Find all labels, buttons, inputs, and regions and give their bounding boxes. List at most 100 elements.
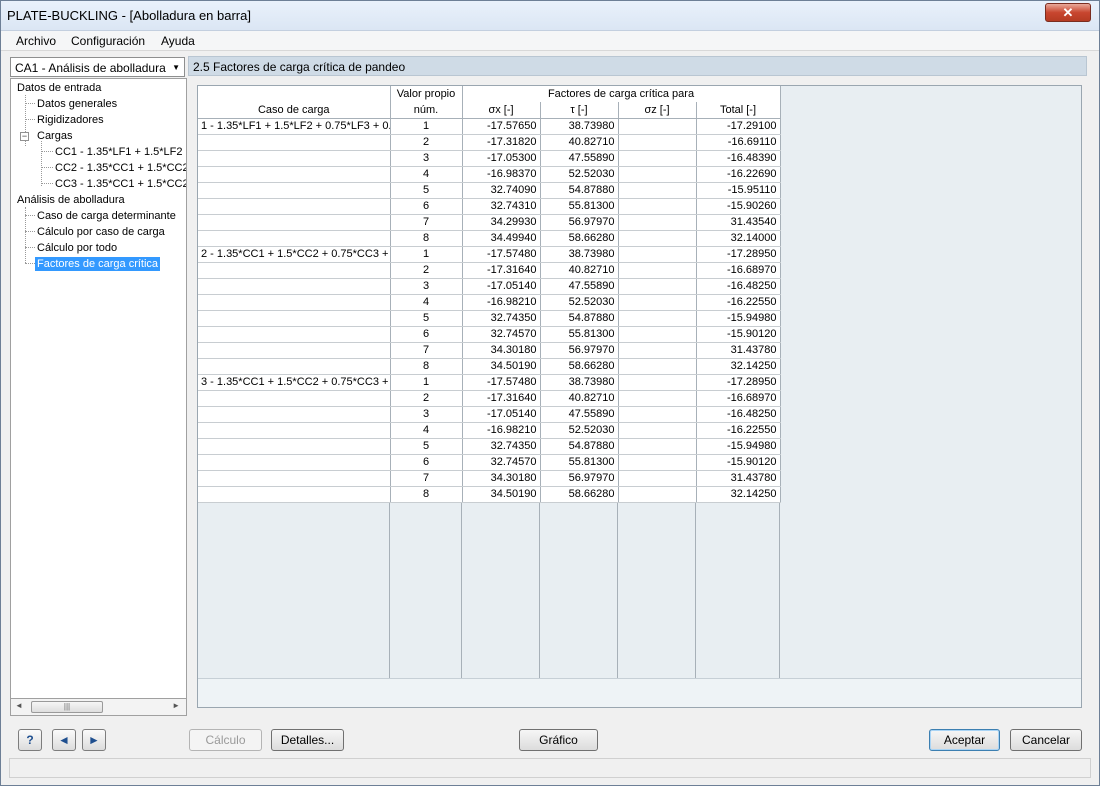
cell-load-case[interactable] xyxy=(198,294,391,311)
cell-total[interactable]: -15.90120 xyxy=(696,454,781,471)
cell-load-case[interactable] xyxy=(198,310,391,327)
cell-load-case[interactable] xyxy=(198,182,391,199)
collapse-icon[interactable]: − xyxy=(20,132,29,141)
table-row[interactable]: 6 32.74570 55.81300 -15.90120 xyxy=(198,454,781,471)
cell-tau[interactable]: 47.55890 xyxy=(540,278,619,295)
cell-eigen-num[interactable]: 7 xyxy=(390,214,463,231)
cell-sigma-z[interactable] xyxy=(618,438,697,455)
cell-eigen-num[interactable]: 2 xyxy=(390,262,463,279)
cell-total[interactable]: -15.94980 xyxy=(696,438,781,455)
cell-sigma-x[interactable]: -17.57650 xyxy=(462,118,541,135)
cell-sigma-z[interactable] xyxy=(618,486,697,503)
help-button[interactable]: ? xyxy=(18,729,42,751)
cell-total[interactable]: -15.95110 xyxy=(696,182,781,199)
cell-sigma-x[interactable]: -16.98370 xyxy=(462,166,541,183)
cell-sigma-x[interactable]: -17.05140 xyxy=(462,406,541,423)
cell-load-case[interactable]: 1 - 1.35*LF1 + 1.5*LF2 + 0.75*LF3 + 0. xyxy=(198,118,391,135)
table-row[interactable]: 7 34.30180 56.97970 31.43780 xyxy=(198,342,781,359)
cell-sigma-x[interactable]: 32.74350 xyxy=(462,438,541,455)
tree-stiffeners[interactable]: Rigidizadores xyxy=(37,113,104,127)
cell-total[interactable]: 32.14250 xyxy=(696,486,781,503)
cell-sigma-x[interactable]: 32.74350 xyxy=(462,310,541,327)
cell-sigma-z[interactable] xyxy=(618,166,697,183)
table-row[interactable]: 2 - 1.35*CC1 + 1.5*CC2 + 0.75*CC3 +1 -17.… xyxy=(198,246,781,263)
cell-sigma-x[interactable]: 32.74090 xyxy=(462,182,541,199)
cell-eigen-num[interactable]: 3 xyxy=(390,406,463,423)
cell-eigen-num[interactable]: 6 xyxy=(390,198,463,215)
cell-sigma-x[interactable]: 34.30180 xyxy=(462,342,541,359)
table-row[interactable]: 4 -16.98370 52.52030 -16.22690 xyxy=(198,166,781,183)
cell-eigen-num[interactable]: 4 xyxy=(390,294,463,311)
menu-configuracion[interactable]: Configuración xyxy=(71,34,145,48)
cell-load-case[interactable] xyxy=(198,438,391,455)
cell-total[interactable]: 32.14000 xyxy=(696,230,781,247)
tree-load-cc1[interactable]: CC1 - 1.35*LF1 + 1.5*LF2 + 0.75*LF3 + 0. xyxy=(55,145,186,159)
cell-total[interactable]: -16.22550 xyxy=(696,294,781,311)
tree-buckling-analysis[interactable]: Análisis de abolladura xyxy=(17,193,125,207)
cell-sigma-x[interactable]: 34.50190 xyxy=(462,358,541,375)
cell-eigen-num[interactable]: 8 xyxy=(390,358,463,375)
cell-load-case[interactable] xyxy=(198,454,391,471)
table-row[interactable]: 2 -17.31640 40.82710 -16.68970 xyxy=(198,262,781,279)
cell-sigma-z[interactable] xyxy=(618,406,697,423)
cell-eigen-num[interactable]: 7 xyxy=(390,342,463,359)
cell-load-case[interactable] xyxy=(198,358,391,375)
cell-tau[interactable]: 56.97970 xyxy=(540,342,619,359)
cell-total[interactable]: -16.68970 xyxy=(696,262,781,279)
cell-eigen-num[interactable]: 4 xyxy=(390,422,463,439)
cell-sigma-x[interactable]: -16.98210 xyxy=(462,294,541,311)
cell-total[interactable]: 32.14250 xyxy=(696,358,781,375)
cell-load-case[interactable] xyxy=(198,134,391,151)
calculate-button[interactable]: Cálculo xyxy=(189,729,262,751)
cell-total[interactable]: 31.43780 xyxy=(696,470,781,487)
cell-total[interactable]: -15.90120 xyxy=(696,326,781,343)
cell-sigma-z[interactable] xyxy=(618,310,697,327)
tree-load-cc3[interactable]: CC3 - 1.35*CC1 + 1.5*CC2 xyxy=(55,177,186,191)
cell-tau[interactable]: 52.52030 xyxy=(540,422,619,439)
cell-sigma-x[interactable]: 34.50190 xyxy=(462,486,541,503)
cell-tau[interactable]: 54.87880 xyxy=(540,310,619,327)
cell-total[interactable]: 31.43540 xyxy=(696,214,781,231)
cell-total[interactable]: 31.43780 xyxy=(696,342,781,359)
cell-total[interactable]: -17.28950 xyxy=(696,246,781,263)
cell-eigen-num[interactable]: 4 xyxy=(390,166,463,183)
cell-tau[interactable]: 58.66280 xyxy=(540,230,619,247)
cell-eigen-num[interactable]: 8 xyxy=(390,486,463,503)
cell-load-case[interactable] xyxy=(198,486,391,503)
cell-sigma-z[interactable] xyxy=(618,454,697,471)
cell-eigen-num[interactable]: 5 xyxy=(390,182,463,199)
cell-load-case[interactable] xyxy=(198,262,391,279)
cell-sigma-x[interactable]: -17.31820 xyxy=(462,134,541,151)
table-row[interactable]: 2 -17.31640 40.82710 -16.68970 xyxy=(198,390,781,407)
tree-loads[interactable]: Cargas xyxy=(37,129,72,143)
navigator-horizontal-scrollbar[interactable]: ◄ ||| ► xyxy=(10,699,187,716)
table-row[interactable]: 4 -16.98210 52.52030 -16.22550 xyxy=(198,422,781,439)
scroll-left-icon[interactable]: ◄ xyxy=(15,701,23,710)
cell-tau[interactable]: 38.73980 xyxy=(540,374,619,391)
next-page-button[interactable]: ► xyxy=(82,729,106,751)
cell-sigma-x[interactable]: 32.74310 xyxy=(462,198,541,215)
cell-tau[interactable]: 52.52030 xyxy=(540,166,619,183)
tree-load-cc2[interactable]: CC2 - 1.35*CC1 + 1.5*CC2 xyxy=(55,161,186,175)
cell-tau[interactable]: 47.55890 xyxy=(540,150,619,167)
cell-load-case[interactable]: 3 - 1.35*CC1 + 1.5*CC2 + 0.75*CC3 + xyxy=(198,374,391,391)
cell-sigma-z[interactable] xyxy=(618,390,697,407)
cell-load-case[interactable] xyxy=(198,390,391,407)
scrollbar-thumb[interactable]: ||| xyxy=(31,701,103,713)
cell-eigen-num[interactable]: 3 xyxy=(390,150,463,167)
cell-total[interactable]: -16.48250 xyxy=(696,406,781,423)
cell-eigen-num[interactable]: 2 xyxy=(390,134,463,151)
tree-critical-factors[interactable]: Factores de carga crítica xyxy=(35,257,161,271)
accept-button[interactable]: Aceptar xyxy=(929,729,1000,751)
cell-tau[interactable]: 47.55890 xyxy=(540,406,619,423)
cell-sigma-z[interactable] xyxy=(618,150,697,167)
cell-sigma-z[interactable] xyxy=(618,358,697,375)
cell-sigma-x[interactable]: -17.05300 xyxy=(462,150,541,167)
cell-sigma-z[interactable] xyxy=(618,278,697,295)
cell-total[interactable]: -16.68970 xyxy=(696,390,781,407)
cell-sigma-x[interactable]: 34.49940 xyxy=(462,230,541,247)
cell-tau[interactable]: 54.87880 xyxy=(540,182,619,199)
cell-load-case[interactable] xyxy=(198,342,391,359)
table-row[interactable]: 3 -17.05140 47.55890 -16.48250 xyxy=(198,278,781,295)
cell-tau[interactable]: 56.97970 xyxy=(540,470,619,487)
